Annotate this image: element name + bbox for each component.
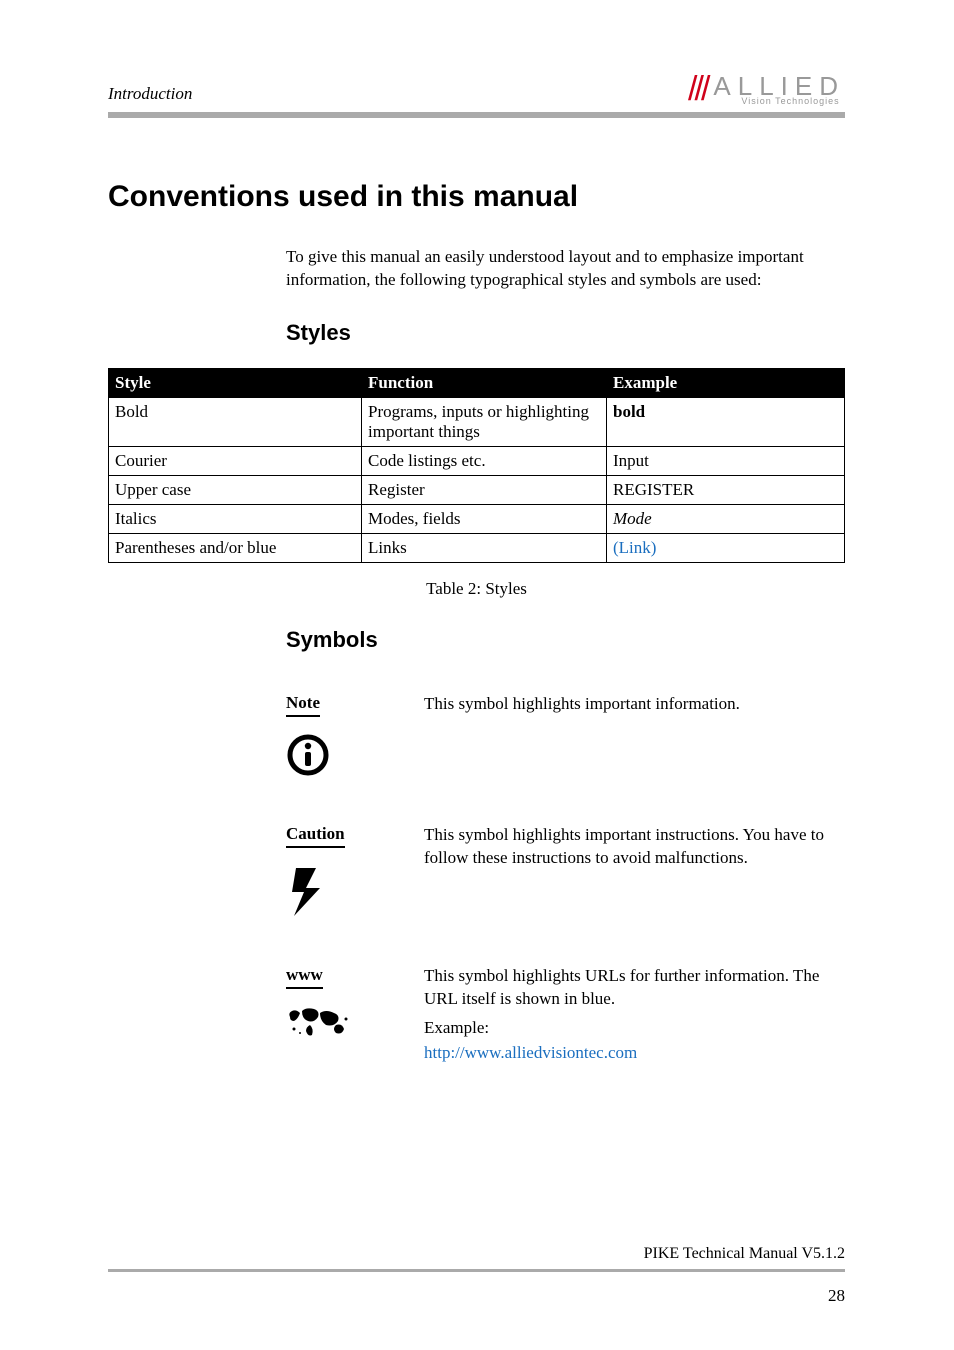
symbol-caution-label: Caution [286,824,345,848]
example-url-link[interactable]: http://www.alliedvisiontec.com [424,1042,846,1065]
footer-divider [108,1269,845,1272]
styles-table: Style Function Example BoldPrograms, inp… [108,368,845,563]
logo-text-main: ALLIED [713,73,845,99]
table-row: ItalicsModes, fieldsMode [109,504,845,533]
cell-example: Mode [607,504,845,533]
symbol-note-label: Note [286,693,320,717]
heading-symbols: Symbols [286,627,845,653]
intro-paragraph: To give this manual an easily understood… [286,246,826,292]
symbol-www: www [286,965,846,1065]
table-header-row: Style Function Example [109,368,845,397]
cell-function: Links [362,533,607,562]
cell-function: Programs, inputs or highlighting importa… [362,397,607,446]
page-title: Conventions used in this manual [108,180,845,214]
world-map-icon [286,1005,424,1046]
cell-style: Bold [109,397,362,446]
cell-style: Courier [109,446,362,475]
heading-styles: Styles [286,320,845,346]
table-row: Parentheses and/or blueLinks(Link) [109,533,845,562]
table-row: CourierCode listings etc.Input [109,446,845,475]
th-example: Example [607,368,845,397]
page: Introduction /// ALLIED Vision Technolog… [0,0,954,1350]
cell-style: Upper case [109,475,362,504]
header-divider [108,112,845,118]
symbol-note: Note This symbol highlights important in… [286,693,846,782]
symbol-caution: Caution This symbol highlights important… [286,824,846,923]
symbols-section: Note This symbol highlights important in… [286,693,846,1065]
table-caption: Table 2: Styles [108,579,845,599]
section-title: Introduction [108,84,192,106]
cell-style: Italics [109,504,362,533]
logo-text-sub: Vision Technologies [741,97,845,106]
company-logo: /// ALLIED Vision Technologies [688,72,845,106]
cell-function: Register [362,475,607,504]
cell-function: Code listings etc. [362,446,607,475]
page-header: Introduction /// ALLIED Vision Technolog… [108,62,845,106]
logo-slashes-icon: /// [688,72,707,106]
th-function: Function [362,368,607,397]
symbol-www-text-block: This symbol highlights URLs for further … [424,965,846,1065]
cell-example: Input [607,446,845,475]
footer-doc-title: PIKE Technical Manual V5.1.2 [108,1245,845,1263]
symbol-www-text: This symbol highlights URLs for further … [424,966,819,1008]
cell-function: Modes, fields [362,504,607,533]
cell-example: bold [607,397,845,446]
cell-example: REGISTER [607,475,845,504]
symbol-www-example-label: Example: [424,1017,846,1040]
page-number: 28 [828,1286,845,1306]
cell-style: Parentheses and/or blue [109,533,362,562]
info-icon [286,733,424,782]
page-footer: PIKE Technical Manual V5.1.2 [108,1245,845,1272]
symbol-www-label: www [286,965,323,989]
lightning-icon [286,864,424,923]
table-row: Upper caseRegisterREGISTER [109,475,845,504]
th-style: Style [109,368,362,397]
table-row: BoldPrograms, inputs or highlighting imp… [109,397,845,446]
cell-example: (Link) [607,533,845,562]
symbol-caution-text: This symbol highlights important instruc… [424,824,846,870]
symbol-note-text: This symbol highlights important informa… [424,693,846,716]
